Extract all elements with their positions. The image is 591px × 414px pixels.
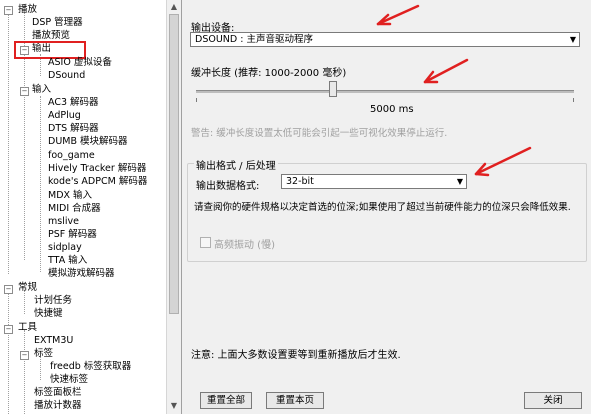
scroll-up-icon[interactable]: ▲ [169,2,179,12]
tree-scrollbar[interactable]: ▲ ▼ [166,0,181,414]
collapse-toggle-icon[interactable]: − [20,87,29,96]
footer-note: 注意: 上面大多数设置要等到重新播放后才生效. [191,350,401,361]
dropdown-arrow-icon: ▼ [569,35,576,44]
reset-all-button[interactable]: 重置全部 [200,392,252,409]
tree-item-tags[interactable]: 标签 [34,348,53,360]
collapse-toggle-icon[interactable]: − [4,325,13,334]
collapse-toggle-icon[interactable]: − [4,285,13,294]
tree-item-hively[interactable]: Hively Tracker 解码器 [48,163,146,175]
scroll-thumb[interactable] [169,14,179,314]
tree-item-tag-panel[interactable]: 标签面板栏 [34,387,82,399]
tree-item-emu-game[interactable]: 模拟游戏解码器 [48,268,115,280]
dither-label: 高频振动 (慢) [214,240,275,251]
dropdown-arrow-icon: ▼ [456,177,463,186]
output-data-format-select[interactable]: 32-bit ▼ [281,174,467,189]
tree-item-hotkeys[interactable]: 快捷键 [34,308,63,320]
slider-tick [573,98,574,102]
tree-item-scheduler[interactable]: 计划任务 [34,295,72,307]
tree-item-dumb[interactable]: DUMB 模块解码器 [48,136,128,148]
tree-item-dsp-manager[interactable]: DSP 管理器 [32,17,83,29]
tree-item-play-counter[interactable]: 播放计数器 [34,400,82,412]
tree-item-tta[interactable]: TTA 输入 [48,255,87,267]
output-format-group-title: 输出格式 / 后处理 [194,157,278,172]
tree-item-ac3[interactable]: AC3 解码器 [48,97,99,109]
tree-item-input[interactable]: 输入 [32,84,51,96]
output-data-format-value: 32-bit [286,176,314,187]
output-device-value: DSOUND : 主声音驱动程序 [195,34,313,45]
tree-item-dsound[interactable]: DSound [48,70,85,82]
tree-connector [24,330,25,414]
tree-item-dts[interactable]: DTS 解码器 [48,123,99,135]
tree-item-quick-tag[interactable]: 快速标签 [50,374,88,386]
scroll-down-icon[interactable]: ▼ [169,401,179,411]
collapse-toggle-icon[interactable]: − [4,6,13,15]
tree-item-extm3u[interactable]: EXTM3U [34,335,73,347]
collapse-toggle-icon[interactable]: − [20,351,29,360]
buffer-warning-text: 警告: 缓冲长度设置太低可能会引起一些可视化效果停止运行. [191,128,448,139]
tree-item-tools[interactable]: 工具 [18,322,37,334]
output-device-select[interactable]: DSOUND : 主声音驱动程序 ▼ [190,32,580,47]
tree-item-mdx[interactable]: MDX 输入 [48,190,92,202]
buffer-length-label: 缓冲长度 (推荐: 1000-2000 毫秒) [191,68,347,79]
tree-item-mslive[interactable]: mslive [48,216,79,228]
tree-connector [8,12,9,274]
output-format-hint: 请查阅你的硬件规格以决定首选的位深;如果使用了超过当前硬件能力的位深只会降低效果… [194,202,571,213]
tree-item-sidplay[interactable]: sidplay [48,242,82,254]
output-settings-panel: 输出设备: DSOUND : 主声音驱动程序 ▼ 缓冲长度 (推荐: 1000-… [182,0,591,414]
tree-connector [8,290,9,325]
output-data-format-label: 输出数据格式: [196,181,260,192]
tree-item-freedb[interactable]: freedb 标签获取器 [50,361,131,373]
tree-connector [40,96,41,272]
buffer-value-readout: 5000 ms [370,104,414,115]
tree-item-general[interactable]: 常规 [18,282,37,294]
tree-item-adplug[interactable]: AdPlug [48,110,81,122]
tree-item-playback[interactable]: 播放 [18,4,37,16]
tree-connector [8,330,9,414]
tree-item-psf[interactable]: PSF 解码器 [48,229,97,241]
close-button[interactable]: 关闭 [524,392,582,409]
reset-page-button[interactable]: 重置本页 [266,392,324,409]
buffer-slider-track[interactable] [196,90,574,93]
tree-item-asio[interactable]: ASIO 虚拟设备 [48,57,112,69]
tree-item-foo-game[interactable]: foo_game [48,150,95,162]
buffer-slider-thumb[interactable] [329,81,337,97]
preferences-tree[interactable]: − 播放 DSP 管理器 播放预览 − 输出 ASIO 虚拟设备 DSound … [0,0,182,414]
tree-item-kode-adpcm[interactable]: kode's ADPCM 解码器 [48,176,147,188]
slider-tick [196,98,197,102]
dither-checkbox[interactable] [200,237,211,248]
tree-item-midi[interactable]: MIDI 合成器 [48,203,101,215]
